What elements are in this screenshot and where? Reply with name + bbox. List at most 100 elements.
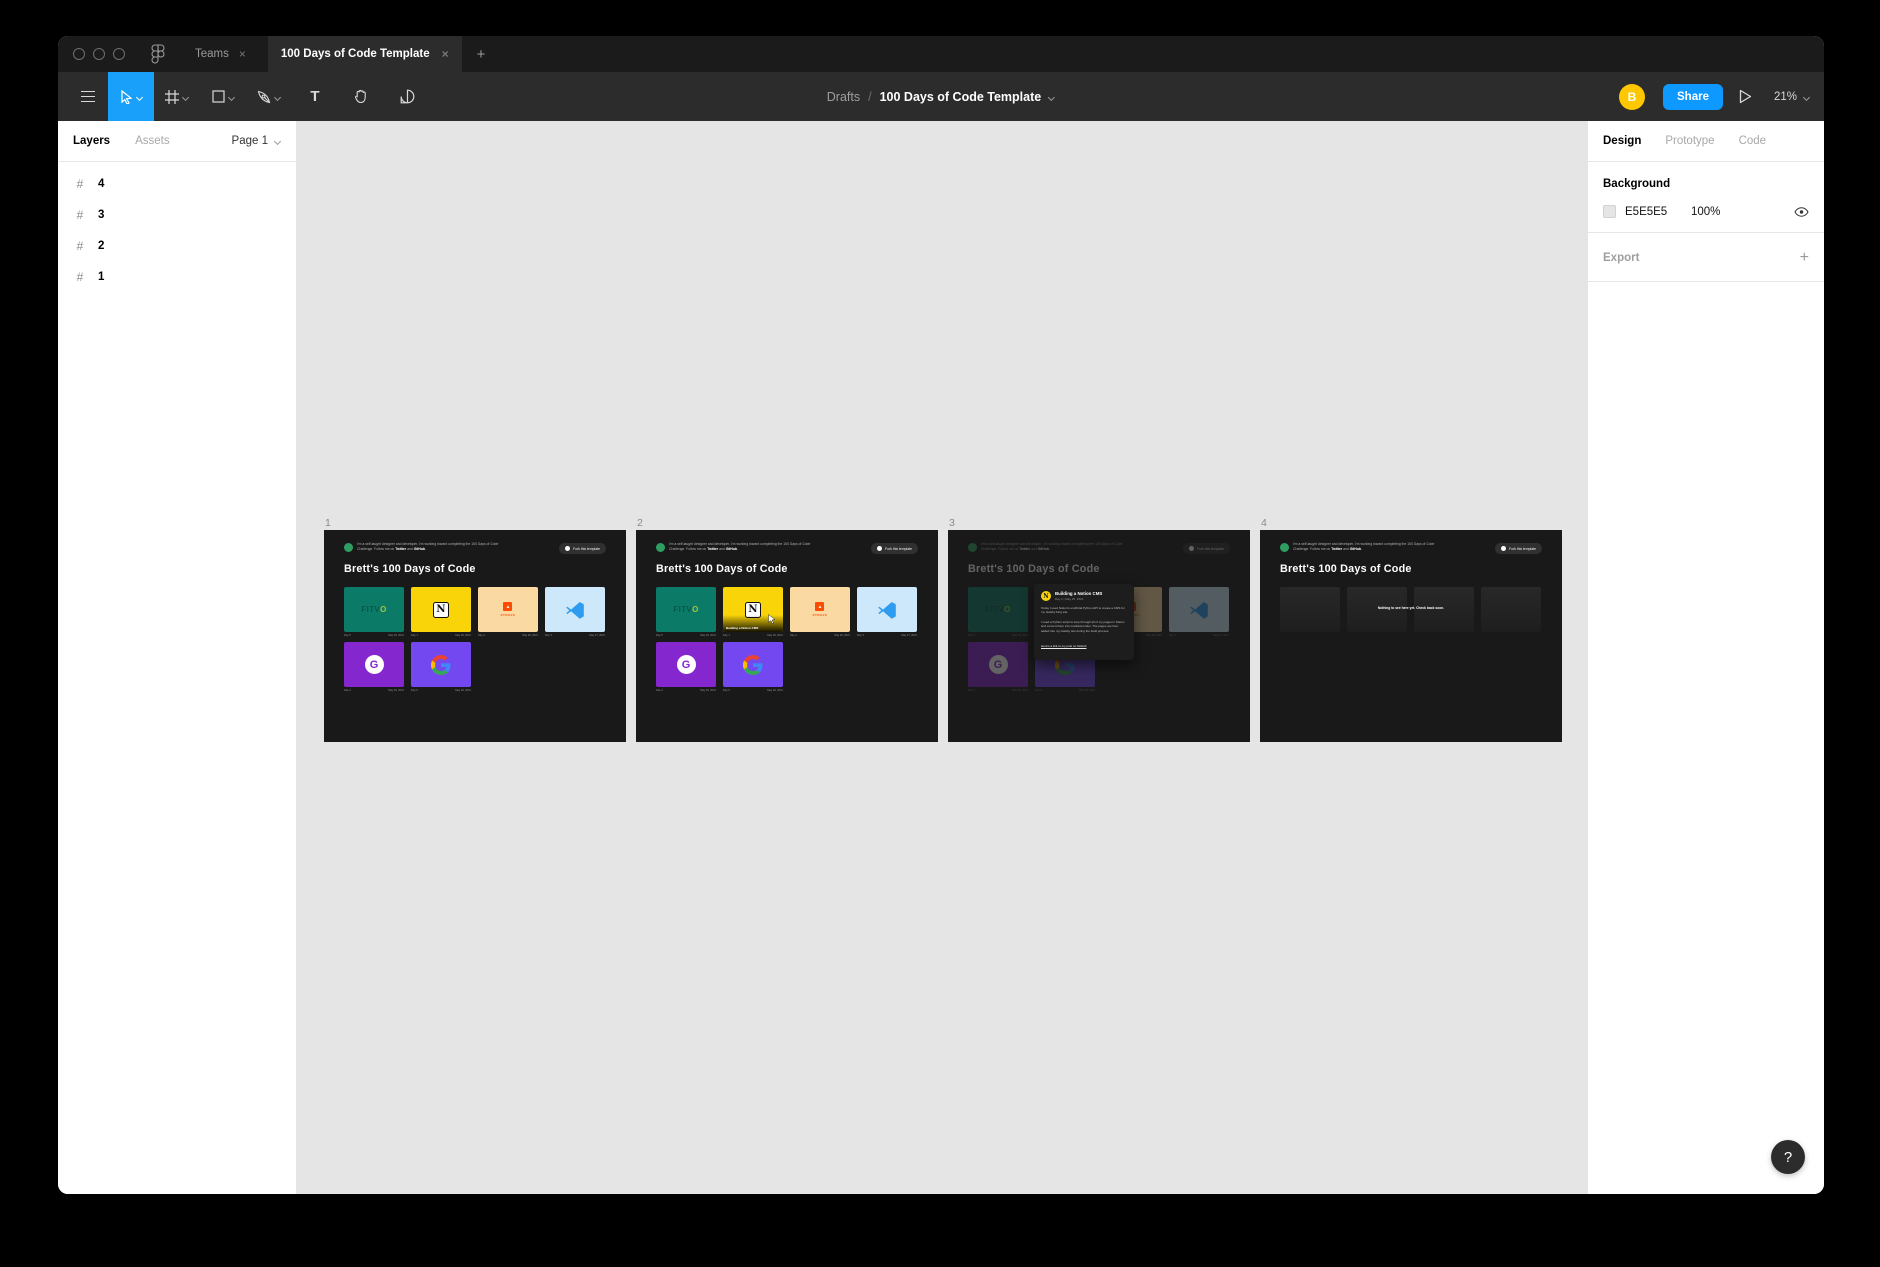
card-caption: Day 3May 27, 2021 xyxy=(1169,634,1229,637)
layer-item-frame-4[interactable]: # 4 xyxy=(58,168,296,199)
hand-tool-button[interactable] xyxy=(338,72,384,121)
toolbar-right: B Share 21% xyxy=(1619,84,1810,110)
background-opacity-value[interactable]: 100% xyxy=(1691,206,1743,218)
file-title[interactable]: 100 Days of Code Template xyxy=(880,90,1042,104)
new-tab-button[interactable]: + xyxy=(477,46,486,63)
card-date: May 30, 2021 xyxy=(455,689,471,692)
user-avatar[interactable]: B xyxy=(1619,84,1645,110)
present-button[interactable] xyxy=(1739,89,1752,104)
tab-design[interactable]: Design xyxy=(1603,135,1641,147)
chevron-down-icon[interactable] xyxy=(229,94,235,100)
text-tool-button[interactable]: T xyxy=(292,72,338,121)
pen-icon xyxy=(257,90,271,104)
layer-item-frame-2[interactable]: # 2 xyxy=(58,230,296,261)
chevron-down-icon xyxy=(275,138,281,144)
card-date: May 27, 2021 xyxy=(1213,634,1229,637)
breadcrumb: Drafts / 100 Days of Code Template xyxy=(827,90,1055,104)
tab-prototype[interactable]: Prototype xyxy=(1665,135,1714,147)
card-caption: Day 2May 26, 2021 xyxy=(968,689,1028,692)
window-minimize-button[interactable] xyxy=(93,48,105,60)
layers-panel: Layers Assets Page 1 # 4 # 3 # 2 xyxy=(58,121,296,1194)
main-menu-button[interactable] xyxy=(68,72,108,121)
post-card-gatsby: G xyxy=(656,642,716,687)
layer-name: 3 xyxy=(98,209,104,221)
github-icon xyxy=(877,546,882,551)
page-selector-label: Page 1 xyxy=(232,135,268,147)
canvas[interactable]: 1 2 3 4 I'm a self-taught designer and d… xyxy=(296,121,1588,1194)
site-intro-text: I'm a self-taught designer and developer… xyxy=(357,542,509,552)
layer-item-frame-3[interactable]: # 3 xyxy=(58,199,296,230)
frame-label-1[interactable]: 1 xyxy=(325,517,331,529)
empty-state-text: Nothing to see here yet. Check back soon… xyxy=(1260,606,1562,610)
gatsby-logo: G xyxy=(677,655,696,674)
card-caption: Day 1May 25, 2021 xyxy=(723,634,783,637)
tab-assets[interactable]: Assets xyxy=(135,135,170,147)
close-icon[interactable]: × xyxy=(239,47,246,61)
fitvo-logo: FITVO xyxy=(673,605,699,614)
layer-name: 2 xyxy=(98,240,104,252)
card-caption: Day 1May 25, 2021 xyxy=(411,634,471,637)
tab-teams[interactable]: Teams × xyxy=(195,47,246,61)
tab-layers[interactable]: Layers xyxy=(73,135,110,147)
tab-file-active[interactable]: 100 Days of Code Template × xyxy=(268,36,462,72)
frame-icon: # xyxy=(74,270,86,284)
site-intro-text: I'm a self-taught designer and developer… xyxy=(669,542,821,552)
chevron-down-icon[interactable] xyxy=(137,94,143,100)
background-section-title: Background xyxy=(1603,178,1809,190)
page-selector[interactable]: Page 1 xyxy=(232,135,281,147)
chevron-down-icon[interactable] xyxy=(275,94,281,100)
design-frame-2[interactable]: I'm a self-taught designer and developer… xyxy=(636,530,938,742)
share-button[interactable]: Share xyxy=(1663,84,1723,110)
site-heading: Brett's 100 Days of Code xyxy=(344,563,476,575)
fitvo-logo: FITVO xyxy=(985,605,1011,614)
frame-label-4[interactable]: 4 xyxy=(1261,517,1267,529)
zoom-level-control[interactable]: 21% xyxy=(1774,91,1810,103)
card-date: May 29, 2021 xyxy=(1012,634,1028,637)
frame-icon: # xyxy=(74,208,86,222)
tab-code[interactable]: Code xyxy=(1739,135,1767,147)
card-date: May 30, 2021 xyxy=(1079,689,1095,692)
card-day: Day 1 xyxy=(723,634,730,637)
site-heading: Brett's 100 Days of Code xyxy=(656,563,788,575)
breadcrumb-drafts[interactable]: Drafts xyxy=(827,90,860,104)
design-frame-4[interactable]: I'm a self-taught designer and developer… xyxy=(1260,530,1562,742)
close-icon[interactable]: × xyxy=(442,47,449,61)
help-button[interactable]: ? xyxy=(1771,1140,1805,1174)
vscode-logo xyxy=(1189,600,1209,620)
card-date: May 26, 2021 xyxy=(388,689,404,692)
move-tool-button[interactable] xyxy=(108,72,154,121)
site-topbar: I'm a self-taught designer and developer… xyxy=(1280,542,1542,556)
design-frame-3[interactable]: I'm a self-taught designer and developer… xyxy=(948,530,1250,742)
window-close-button[interactable] xyxy=(73,48,85,60)
frame-tool-button[interactable] xyxy=(154,72,200,121)
chevron-down-icon[interactable] xyxy=(183,94,189,100)
frame-label-2[interactable]: 2 xyxy=(637,517,643,529)
site-avatar xyxy=(968,543,977,552)
background-hex-value[interactable]: E5E5E5 xyxy=(1625,206,1691,218)
window-zoom-button[interactable] xyxy=(113,48,125,60)
card-day: Day 2 xyxy=(344,689,351,692)
layer-item-frame-1[interactable]: # 1 xyxy=(58,261,296,292)
add-export-button[interactable]: + xyxy=(1800,249,1809,267)
github-icon xyxy=(565,546,570,551)
pen-tool-button[interactable] xyxy=(246,72,292,121)
chevron-down-icon xyxy=(1804,94,1810,100)
design-frame-1[interactable]: I'm a self-taught designer and developer… xyxy=(324,530,626,742)
gatsby-logo: G xyxy=(365,655,384,674)
card-date: May 29, 2021 xyxy=(700,634,716,637)
frame-icon: # xyxy=(74,239,86,253)
card-day: Day 2 xyxy=(656,689,663,692)
chevron-down-icon[interactable] xyxy=(1049,94,1055,100)
post-card-fitvo: FITVO xyxy=(968,587,1028,632)
layer-name: 4 xyxy=(98,178,104,190)
visibility-toggle[interactable] xyxy=(1794,207,1809,217)
comment-tool-button[interactable] xyxy=(384,72,430,121)
eye-icon xyxy=(1794,207,1809,217)
frame-label-3[interactable]: 3 xyxy=(949,517,955,529)
card-day: Day 6 xyxy=(1035,689,1042,692)
color-swatch[interactable] xyxy=(1603,205,1616,218)
tab-teams-label: Teams xyxy=(195,48,229,60)
shape-tool-button[interactable] xyxy=(200,72,246,121)
export-section: Export + xyxy=(1588,233,1824,282)
card-caption: Day 5May 29, 2021 xyxy=(656,634,716,637)
